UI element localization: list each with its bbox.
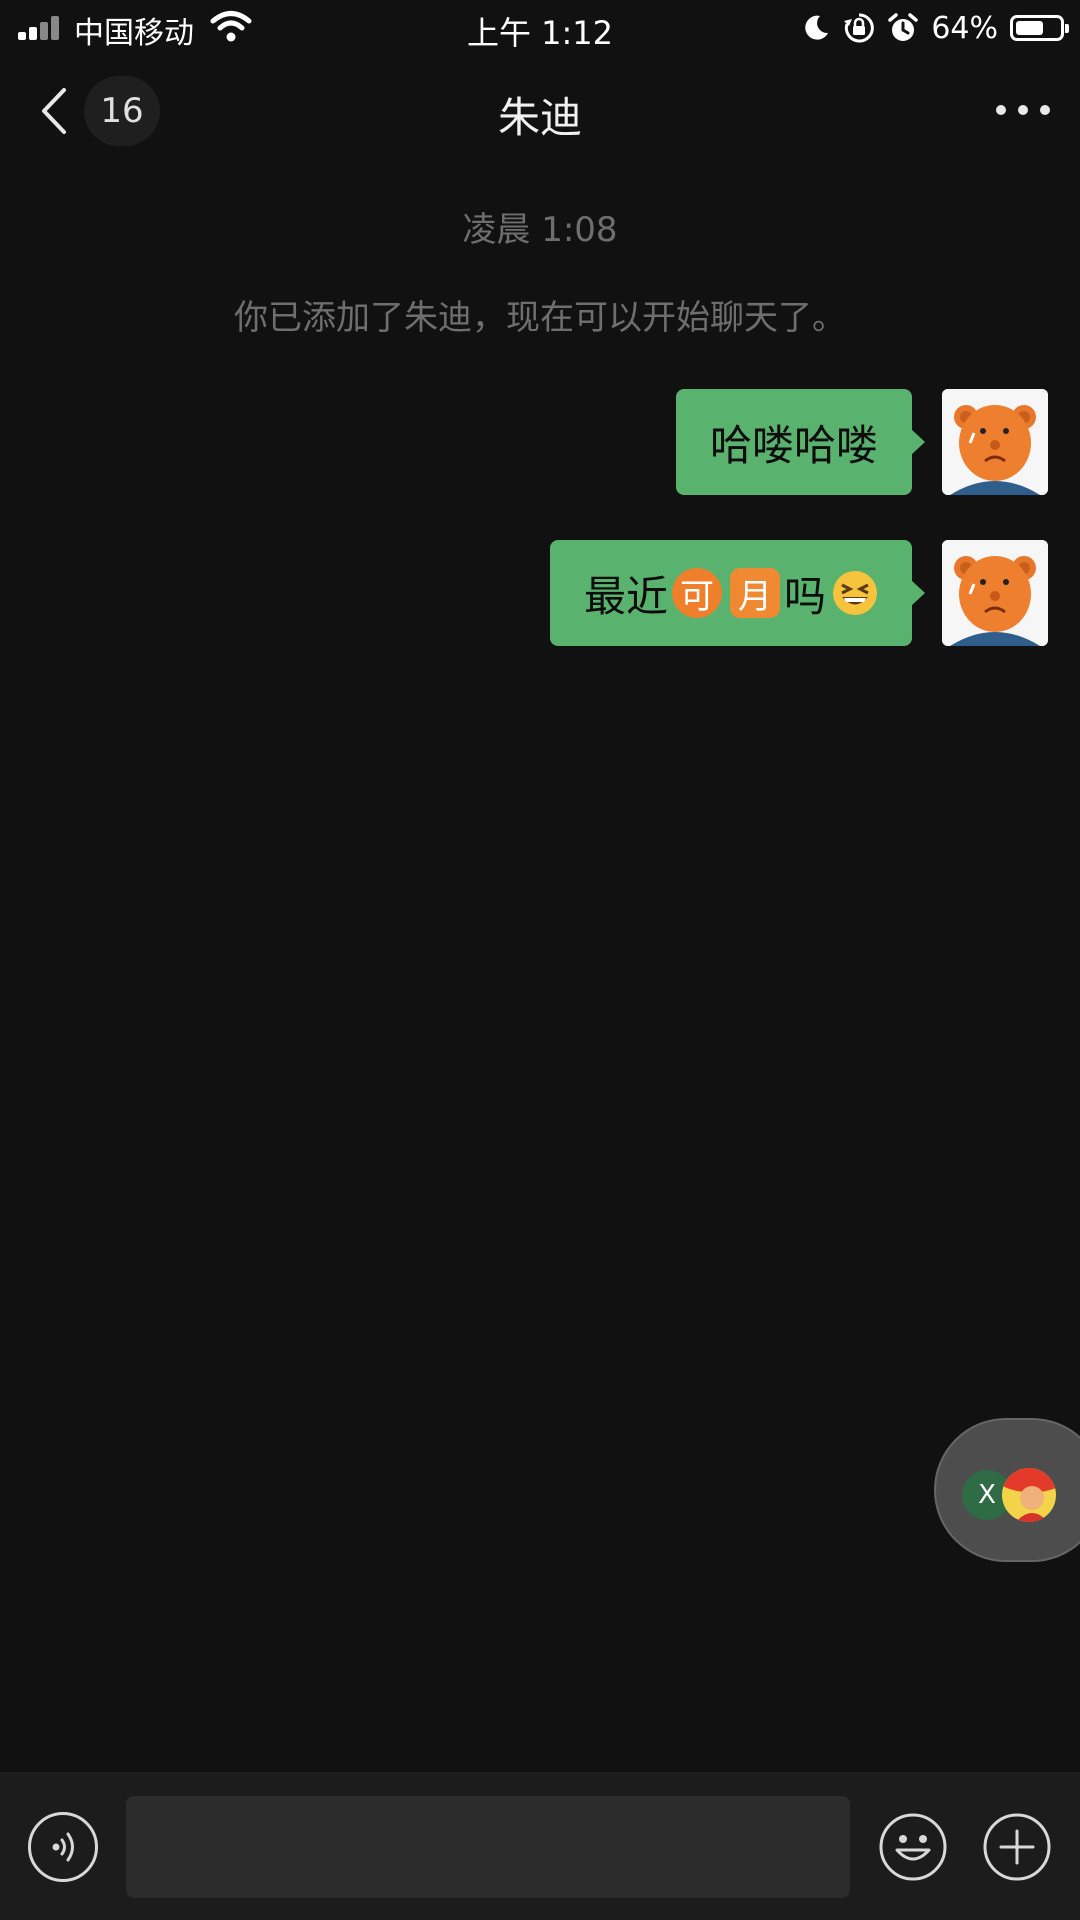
battery-icon — [1010, 15, 1069, 41]
message-row: 哈喽哈喽 — [675, 389, 1048, 495]
bear-avatar-image — [942, 540, 1048, 646]
floating-window[interactable]: X — [934, 1418, 1080, 1562]
emoji-yue-icon: 月 — [729, 568, 780, 618]
moon-icon — [805, 15, 829, 40]
alarm-icon — [888, 13, 919, 41]
grinning-squint-face-icon — [833, 571, 877, 615]
emoji-icon[interactable] — [878, 1812, 948, 1882]
message-timestamp: 凌晨 1:08 — [462, 210, 618, 250]
message-bubble[interactable]: 最近 可 月 吗 — [549, 540, 926, 646]
status-bar: 中国移动 上午 1:12 64% — [0, 0, 1080, 56]
message-bubble[interactable]: 哈喽哈喽 — [675, 389, 926, 495]
voice-icon — [52, 1832, 74, 1862]
plus-icon[interactable] — [982, 1812, 1052, 1882]
floating-window-avatar — [1002, 1468, 1056, 1522]
emoji-ke-icon: 可 — [671, 568, 722, 618]
message-row: 最近 可 月 吗 — [549, 540, 1048, 646]
rotation-lock-icon — [844, 13, 875, 43]
message-text: 吗 — [783, 571, 826, 621]
bear-avatar-image — [942, 389, 1048, 495]
chat-title: 朱迪 — [497, 93, 582, 142]
message-input[interactable] — [126, 1796, 850, 1898]
avatar[interactable] — [942, 389, 1048, 495]
system-message: 你已添加了朱迪，现在可以开始聊天了。 — [234, 298, 846, 338]
more-icon[interactable] — [996, 100, 1050, 120]
avatar[interactable] — [942, 540, 1048, 646]
chat-header: 16 朱迪 — [0, 56, 1080, 166]
message-text: 最近 — [583, 571, 668, 621]
message-text: 哈喽哈喽 — [709, 420, 878, 470]
battery-percent: 64% — [931, 10, 998, 46]
voice-button[interactable] — [28, 1812, 98, 1882]
input-bar — [0, 1772, 1080, 1920]
